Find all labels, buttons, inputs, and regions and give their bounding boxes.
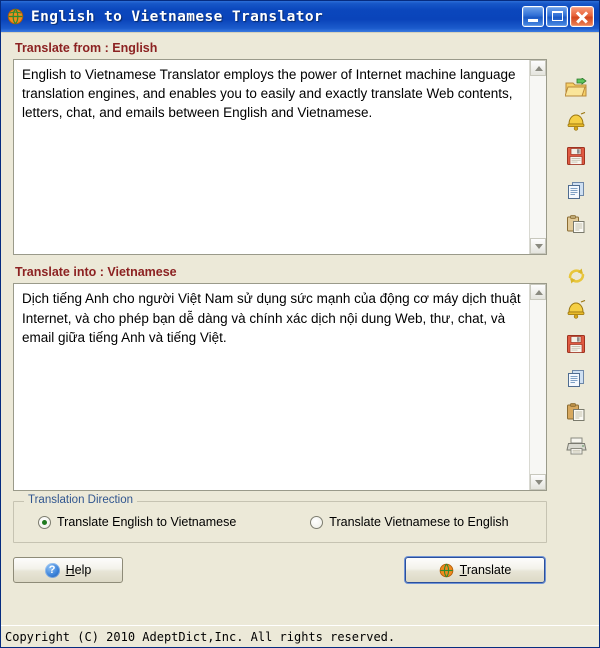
action-button-row: ? Help Translate [13,557,547,583]
open-file-icon[interactable] [563,75,589,101]
translate-button-label: Translate [459,563,512,577]
radio-vietnamese-to-english[interactable]: Translate Vietnamese to English [310,515,509,529]
radio-label-2: Translate Vietnamese to English [329,515,509,529]
scroll-up-icon-2[interactable] [530,284,546,300]
window-title: English to Vietnamese Translator [31,8,324,25]
window-controls [522,6,596,27]
refresh-icon[interactable] [563,263,589,289]
minimize-icon [528,19,538,22]
translation-direction-group: Translation Direction Translate English … [13,494,547,543]
title-bar: English to Vietnamese Translator [1,1,599,32]
scroll-track-2[interactable] [530,300,546,474]
scroll-down-icon-2[interactable] [530,474,546,490]
source-label: Translate from : English [15,41,158,55]
save-icon[interactable] [563,143,589,169]
target-text[interactable]: Dịch tiếng Anh cho người Việt Nam sử dụn… [14,284,529,490]
source-scrollbar[interactable] [529,60,546,254]
copy-icon-2[interactable] [563,365,589,391]
radio-english-to-vietnamese[interactable]: Translate English to Vietnamese [38,515,236,529]
help-button-label: Help [65,563,92,577]
side-toolbar [553,33,599,625]
translate-button[interactable]: Translate [405,557,545,583]
maximize-button[interactable] [546,6,568,27]
radio-label-1: Translate English to Vietnamese [57,515,237,529]
direction-radio-group: Translate English to Vietnamese Translat… [14,502,546,542]
target-label: Translate into : Vietnamese [15,265,177,279]
app-globe-icon [7,8,24,25]
speak-icon-2[interactable] [563,297,589,323]
status-bar: Copyright (C) 2010 AdeptDict,Inc. All ri… [1,625,599,647]
radio-unselected-icon[interactable] [310,515,324,529]
target-textarea[interactable]: Dịch tiếng Anh cho người Việt Nam sử dụn… [13,283,547,491]
question-mark-icon: ? [44,562,60,578]
source-textarea[interactable]: English to Vietnamese Translator employs… [13,59,547,255]
source-text[interactable]: English to Vietnamese Translator employs… [14,60,529,254]
scroll-track[interactable] [530,76,546,238]
radio-selected-icon[interactable] [38,515,51,529]
copy-icon[interactable] [563,177,589,203]
translation-direction-label: Translation Direction [24,494,138,506]
speak-icon[interactable] [563,109,589,135]
help-label-rest: elp [74,563,92,577]
copyright-text: Copyright (C) 2010 AdeptDict,Inc. All ri… [5,629,396,644]
help-button[interactable]: ? Help [13,557,123,583]
minimize-button[interactable] [522,6,544,27]
scroll-up-icon[interactable] [530,60,546,76]
client-area: Translate from : English English to Viet… [1,32,599,625]
paste-icon-2[interactable] [563,399,589,425]
translate-label-rest: ranslate [466,563,512,577]
paste-icon[interactable] [563,211,589,237]
save-icon-2[interactable] [563,331,589,357]
main-column: Translate from : English English to Viet… [1,33,553,625]
scroll-down-icon[interactable] [530,238,546,254]
target-scrollbar[interactable] [529,284,546,490]
translate-globe-icon [439,563,454,578]
maximize-icon [552,11,563,21]
close-button[interactable] [570,6,594,27]
application-window: English to Vietnamese Translator Transla… [0,0,600,648]
print-icon[interactable] [563,433,589,459]
